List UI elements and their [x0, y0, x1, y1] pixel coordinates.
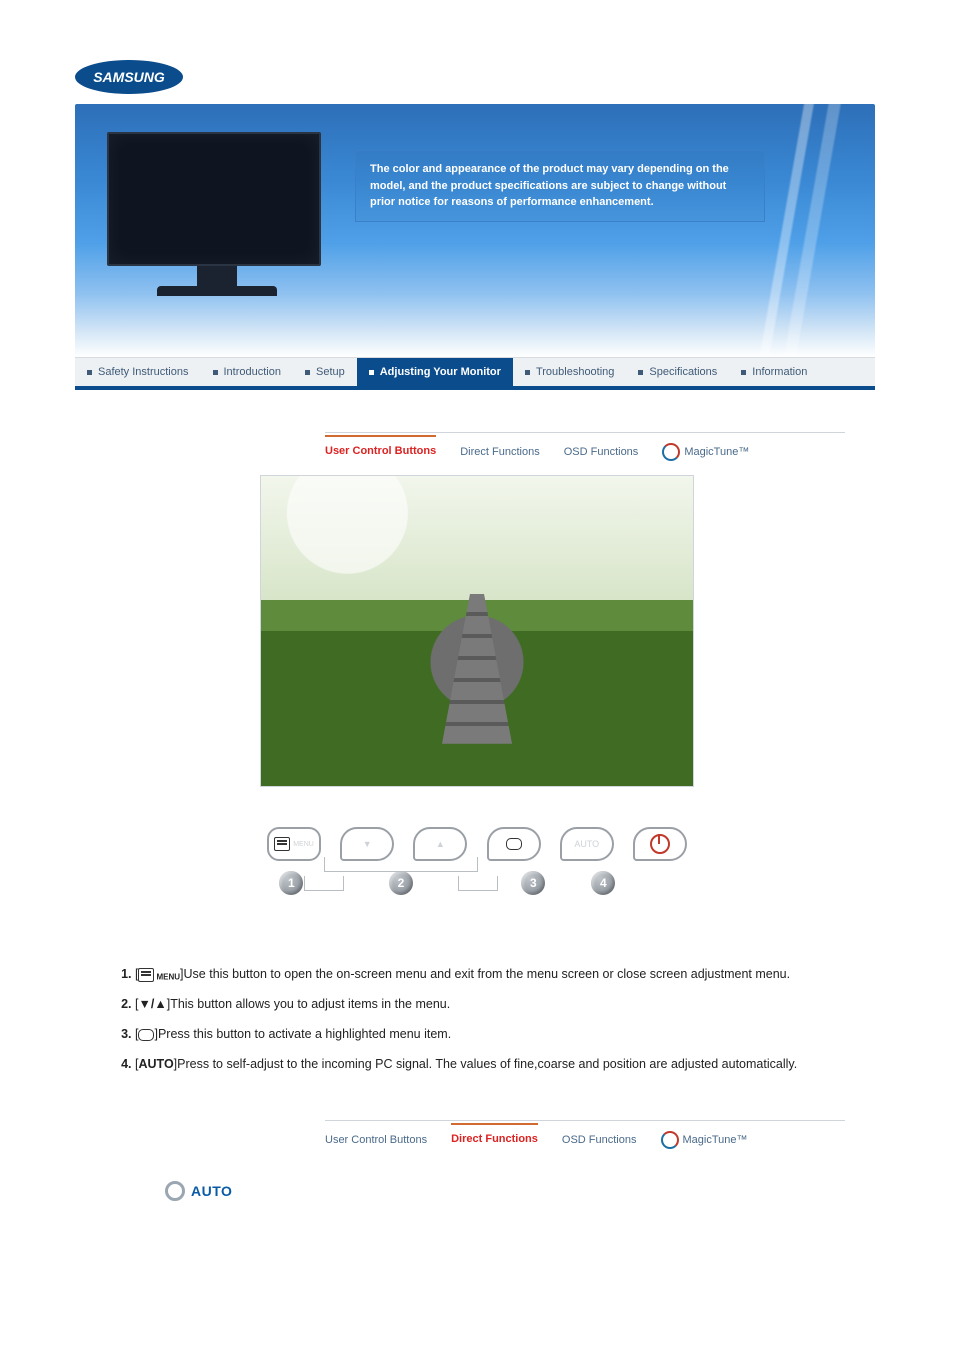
nav-label: Troubleshooting: [536, 366, 614, 378]
nav-safety-instructions[interactable]: Safety Instructions: [75, 358, 201, 386]
instruction-text: This button allows you to adjust items i…: [170, 997, 450, 1011]
hero-notice: The color and appearance of the product …: [355, 150, 765, 222]
magictune-icon: [662, 443, 680, 461]
callout-number-2: 2: [389, 871, 413, 895]
monitor-illustration: [107, 132, 327, 312]
hw-auto-button: AUTO: [560, 827, 614, 861]
nav-adjusting-your-monitor[interactable]: Adjusting Your Monitor: [357, 358, 513, 386]
menu-sub-label: MENU: [156, 973, 180, 982]
subnav-direct-functions[interactable]: Direct Functions: [460, 444, 539, 460]
instruction-item-3: []Press this button to activate a highli…: [135, 1025, 859, 1043]
menu-icon: [138, 968, 154, 982]
up-icon: ▲: [436, 839, 445, 849]
subnav-magictune[interactable]: MagicTune™: [662, 441, 749, 463]
sub-nav-2: User Control Buttons Direct Functions OS…: [325, 1120, 845, 1151]
menu-icon: [274, 837, 290, 851]
subnav-user-control-buttons[interactable]: User Control Buttons: [325, 435, 436, 459]
hw-up-button: ▲: [413, 827, 467, 861]
enter-icon: [138, 1029, 154, 1041]
subnav-osd-functions[interactable]: OSD Functions: [564, 444, 639, 460]
sample-display-image: [260, 475, 694, 787]
arrows-icon: ▼/▲: [138, 997, 166, 1011]
instruction-text: Use this button to open the on-screen me…: [184, 967, 791, 981]
hw-menu-button: MENU: [267, 827, 321, 861]
subnav2-user-control-buttons[interactable]: User Control Buttons: [325, 1132, 427, 1148]
subnav2-magictune[interactable]: MagicTune™: [661, 1129, 748, 1151]
subnav-label: MagicTune™: [684, 446, 749, 458]
nav-setup[interactable]: Setup: [293, 358, 357, 386]
power-icon: [650, 834, 670, 854]
sub-nav-1: User Control Buttons Direct Functions OS…: [325, 432, 845, 463]
nav-label: Setup: [316, 366, 345, 378]
nav-information[interactable]: Information: [729, 358, 819, 386]
hero-banner: The color and appearance of the product …: [75, 104, 875, 357]
brand-logo: SAMSUNG: [75, 60, 879, 94]
subnav-label: MagicTune™: [683, 1134, 748, 1146]
instruction-text: Press this button to activate a highligh…: [158, 1027, 451, 1041]
nav-label: Safety Instructions: [98, 366, 189, 378]
instruction-text: Press to self-adjust to the incoming PC …: [177, 1057, 797, 1071]
enter-icon: [506, 838, 522, 850]
instruction-item-2: [▼/▲]This button allows you to adjust it…: [135, 995, 859, 1013]
callout-number-4: 4: [591, 871, 615, 895]
hw-label: MENU: [293, 841, 314, 848]
auto-bold-label: AUTO: [138, 1057, 173, 1071]
hw-enter-button: [487, 827, 541, 861]
nav-introduction[interactable]: Introduction: [201, 358, 293, 386]
instructions-list: [MENU]Use this button to open the on-scr…: [115, 965, 859, 1074]
instruction-item-4: [AUTO]Press to self-adjust to the incomi…: [135, 1055, 859, 1073]
hw-label: AUTO: [574, 839, 599, 849]
hw-power-button: [633, 827, 687, 861]
magictune-icon: [661, 1131, 679, 1149]
nav-label: Introduction: [224, 366, 281, 378]
subnav2-direct-functions[interactable]: Direct Functions: [451, 1123, 538, 1147]
hardware-buttons-panel: MENU ▼ ▲ AUTO 1 2 3 4: [261, 823, 693, 895]
section-auto-heading: AUTO: [165, 1181, 879, 1201]
callout-number-1: 1: [279, 871, 303, 895]
svg-text:SAMSUNG: SAMSUNG: [93, 69, 165, 85]
nav-label: Adjusting Your Monitor: [380, 366, 501, 378]
bullet-ring-icon: [165, 1181, 185, 1201]
hw-down-button: ▼: [340, 827, 394, 861]
nav-troubleshooting[interactable]: Troubleshooting: [513, 358, 626, 386]
callout-number-3: 3: [521, 871, 545, 895]
main-nav: Safety Instructions Introduction Setup A…: [75, 357, 875, 390]
subnav2-osd-functions[interactable]: OSD Functions: [562, 1132, 637, 1148]
nav-label: Specifications: [649, 366, 717, 378]
down-icon: ▼: [363, 839, 372, 849]
nav-label: Information: [752, 366, 807, 378]
section-title-text: AUTO: [191, 1183, 232, 1199]
instruction-item-1: [MENU]Use this button to open the on-scr…: [135, 965, 859, 983]
nav-specifications[interactable]: Specifications: [626, 358, 729, 386]
